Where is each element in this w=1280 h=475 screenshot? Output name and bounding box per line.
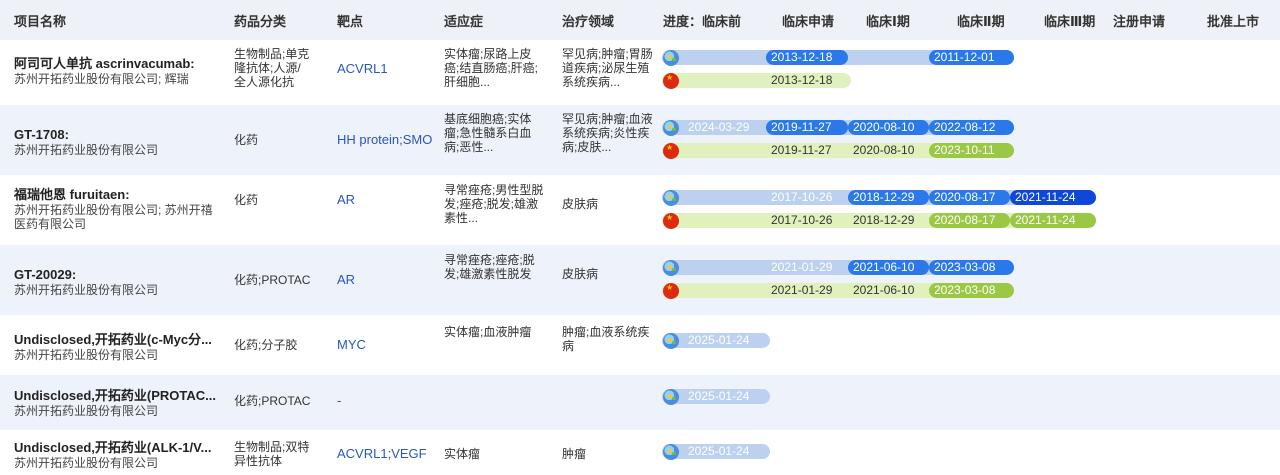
indication: 实体瘤 (444, 447, 481, 461)
globe-icon (663, 260, 679, 276)
indication: 寻常痤疮;痤疮;脱发;雄激素性脱发 (444, 253, 535, 281)
stage-date: 2018-12-29 (853, 213, 915, 227)
project-name-link[interactable]: Undisclosed,开拓药业(c-Myc分... (14, 332, 219, 348)
project-name-link[interactable]: GT-1708: (14, 127, 219, 143)
stage-date: 2021-01-29 (771, 260, 833, 274)
therapeutic-area: 罕见病;肿瘤;血液系统疾病;炎性疾病;皮肤... (562, 112, 653, 154)
stage-date: 2021-01-29 (771, 283, 833, 297)
target-link[interactable]: AR (337, 273, 355, 287)
therapeutic-area: 肿瘤;血液系统疾病 (562, 325, 650, 353)
stage-date: 2022-08-12 (934, 120, 996, 134)
stage-date: 2025-01-24 (688, 444, 750, 458)
header-drug-category[interactable]: 药品分类 (234, 11, 286, 30)
header-stage-preclinical[interactable]: 进度：临床前 (663, 11, 741, 30)
header-therapeutic-area[interactable]: 治疗领域 (562, 11, 614, 30)
header-stage-ind[interactable]: 临床申请 (782, 11, 834, 30)
table-row[interactable]: GT-1708: 苏州开拓药业股份有限公司 化药 HH protein;SMO 基底细胞… (0, 105, 1280, 175)
stage-date: 2023-03-08 (934, 283, 996, 297)
drug-category: 化药;PROTAC (234, 394, 311, 408)
globe-icon (663, 389, 679, 405)
drug-category: 化药 (234, 133, 259, 147)
stage-date: 2020-08-10 (853, 120, 915, 134)
target-link[interactable]: MYC (337, 338, 366, 352)
indication: 实体瘤;尿路上皮癌;结直肠癌;肝癌;肝细胞... (444, 47, 539, 89)
stage-date: 2011-12-01 (934, 50, 995, 64)
globe-icon (663, 120, 679, 136)
china-flag-icon (663, 213, 679, 229)
header-stage-approved[interactable]: 批准上市 (1207, 11, 1259, 30)
header-stage-phase3[interactable]: 临床Ⅲ期 (1044, 11, 1095, 30)
company-name: 苏州开拓药业股份有限公司; 辉瑞 (14, 72, 189, 86)
indication: 寻常痤疮;男性型脱发;痤疮;脱发;雄激素性... (444, 183, 544, 225)
header-stage-phase1[interactable]: 临床Ⅰ期 (866, 11, 910, 30)
company-name: 苏州开拓药业股份有限公司; 苏州开禧医药有限公司 (14, 203, 213, 231)
header-stage-phase2[interactable]: 临床Ⅱ期 (957, 11, 1005, 30)
target-link[interactable]: HH protein;SMO (337, 133, 432, 147)
target-link[interactable]: ACVRL1;VEGF (337, 447, 427, 461)
header-indication[interactable]: 适应症 (444, 11, 483, 30)
drug-category: 化药;分子胶 (234, 338, 298, 352)
stage-date: 2017-10-26 (771, 190, 833, 204)
company-name: 苏州开拓药业股份有限公司 (14, 143, 159, 157)
target-link[interactable]: AR (337, 193, 355, 207)
stage-date: 2024-03-29 (688, 120, 750, 134)
china-flag-icon (663, 143, 679, 159)
table-row[interactable]: GT-20029: 苏州开拓药业股份有限公司 化药;PROTAC AR 寻常痤疮;痤疮;… (0, 245, 1280, 315)
stage-date: 2023-03-08 (934, 260, 996, 274)
indication: 实体瘤;血液肿瘤 (444, 325, 532, 339)
globe-icon (663, 444, 679, 460)
table-row[interactable]: Undisclosed,开拓药业(PROTAC... 苏州开拓药业股份有限公司 化药… (0, 375, 1280, 430)
stage-date: 2020-08-17 (934, 190, 996, 204)
globe-icon (663, 50, 679, 66)
therapeutic-area: 皮肤病 (562, 197, 599, 211)
project-name-link[interactable]: 福瑞他恩 furuitaen: (14, 187, 219, 203)
company-name: 苏州开拓药业股份有限公司 (14, 283, 159, 297)
stage-date: 2021-06-10 (853, 260, 915, 274)
project-name-link[interactable]: GT-20029: (14, 267, 219, 283)
stage-date: 2019-11-27 (771, 120, 832, 134)
stage-date: 2020-08-17 (934, 213, 996, 227)
therapeutic-area: 罕见病;肿瘤;胃肠道疾病;泌尿生殖系统疾病... (562, 47, 653, 89)
therapeutic-area: 肿瘤 (562, 447, 587, 461)
header-stage-nda[interactable]: 注册申请 (1113, 11, 1165, 30)
project-name-link[interactable]: Undisclosed,开拓药业(PROTAC... (14, 388, 219, 404)
stage-date: 2025-01-24 (688, 389, 750, 403)
stage-date: 2017-10-26 (771, 213, 833, 227)
table-row[interactable]: 福瑞他恩 furuitaen: 苏州开拓药业股份有限公司; 苏州开禧医药有限公司 化… (0, 175, 1280, 245)
china-flag-icon (663, 283, 679, 299)
table-row[interactable]: Undisclosed,开拓药业(c-Myc分... 苏州开拓药业股份有限公司 化药… (0, 315, 1280, 375)
company-name: 苏州开拓药业股份有限公司 (14, 404, 159, 418)
drug-category: 生物制品;单克隆抗体;人源/全人源化抗体;I... (234, 47, 310, 89)
drug-category: 化药;PROTAC (234, 273, 311, 287)
company-name: 苏州开拓药业股份有限公司 (14, 348, 159, 362)
therapeutic-area: 皮肤病 (562, 267, 599, 281)
table-row[interactable]: 阿司可人单抗 ascrinvacumab: 苏州开拓药业股份有限公司; 辉瑞 生物制… (0, 40, 1280, 105)
company-name: 苏州开拓药业股份有限公司 (14, 456, 159, 470)
drug-category: 化药 (234, 193, 259, 207)
stage-date: 2013-12-18 (771, 73, 833, 87)
stage-date: 2020-08-10 (853, 143, 915, 157)
stage-date: 2021-06-10 (853, 283, 915, 297)
china-flag-icon (663, 73, 679, 89)
target-link[interactable]: ACVRL1 (337, 62, 388, 76)
drug-category: 生物制品;双特异性抗体 (234, 440, 310, 468)
table-header: 项目名称 药品分类 靶点 适应症 治疗领域 进度：临床前 临床申请 临床Ⅰ期 临… (0, 0, 1280, 40)
indication: 基底细胞癌;实体瘤;急性髓系白血病;恶性... (444, 112, 532, 154)
globe-icon (663, 190, 679, 206)
stage-date: 2018-12-29 (853, 190, 915, 204)
header-project-name[interactable]: 项目名称 (14, 11, 66, 30)
stage-date: 2019-11-27 (771, 143, 832, 157)
project-name-link[interactable]: 阿司可人单抗 ascrinvacumab: (14, 56, 219, 72)
stage-date: 2013-12-18 (771, 50, 833, 64)
target-link[interactable]: - (337, 394, 341, 408)
project-name-link[interactable]: Undisclosed,开拓药业(ALK-1/V... (14, 440, 219, 456)
table-row[interactable]: Undisclosed,开拓药业(ALK-1/V... 苏州开拓药业股份有限公司 生… (0, 430, 1280, 475)
stage-date: 2021-11-24 (1015, 190, 1076, 204)
stage-date: 2021-11-24 (1015, 213, 1076, 227)
stage-date: 2025-01-24 (688, 333, 750, 347)
stage-date: 2023-10-11 (934, 143, 995, 157)
header-target[interactable]: 靶点 (337, 11, 363, 30)
globe-icon (663, 333, 679, 349)
